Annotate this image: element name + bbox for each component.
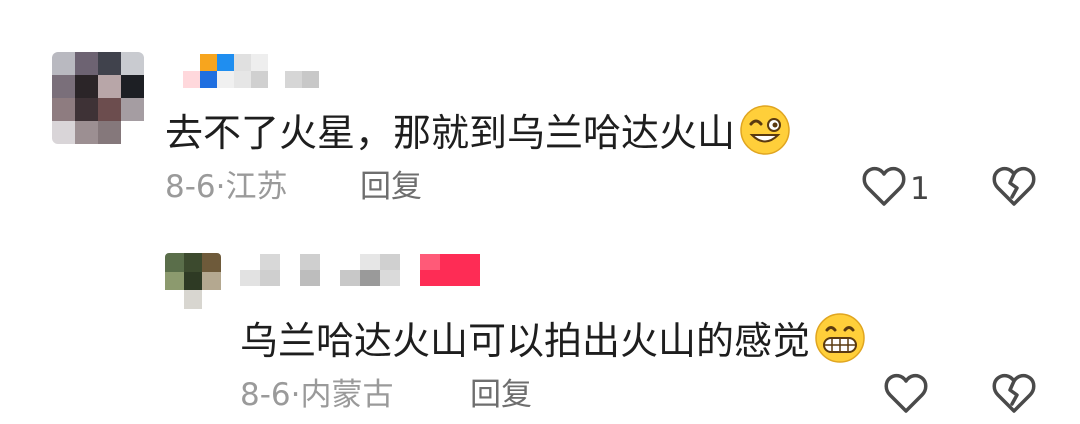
reply-button[interactable]: 回复 — [360, 172, 422, 203]
comment-body: 去不了火星，那就到乌兰哈达火山 — [165, 111, 736, 155]
comment-location: 内蒙古 — [300, 377, 394, 413]
reply-button[interactable]: 回复 — [470, 380, 532, 411]
broken-heart-icon — [992, 166, 1036, 212]
comment-location: 江苏 — [225, 169, 288, 205]
grinning-squinting-face-icon — [739, 104, 791, 162]
comment-text: 去不了火星，那就到乌兰哈达火山 — [165, 104, 791, 162]
avatar[interactable] — [52, 52, 144, 144]
comment-date: 8-6 — [240, 377, 291, 413]
dislike-button[interactable] — [992, 373, 1036, 419]
comment-text: 乌兰哈达火山可以拍出火山的感觉 — [240, 312, 866, 370]
username-mosaic[interactable] — [166, 54, 336, 88]
like-button[interactable]: 1 — [862, 166, 930, 212]
heart-outline-icon — [884, 373, 928, 419]
avatar[interactable] — [165, 253, 221, 309]
broken-heart-icon — [992, 373, 1036, 419]
like-button[interactable] — [884, 373, 932, 419]
grimacing-face-icon — [814, 312, 866, 370]
dislike-button[interactable] — [992, 166, 1036, 212]
comment-meta: 8-6·内蒙古 — [240, 380, 394, 411]
username-mosaic[interactable] — [240, 254, 480, 286]
comment-body: 乌兰哈达火山可以拍出火山的感觉 — [240, 319, 811, 363]
meta-separator: · — [215, 169, 226, 205]
comment-meta: 8-6·江苏 — [165, 172, 288, 203]
heart-outline-icon — [862, 166, 906, 212]
like-count: 1 — [910, 171, 930, 207]
comment-date: 8-6 — [165, 169, 216, 205]
meta-separator: · — [290, 377, 301, 413]
